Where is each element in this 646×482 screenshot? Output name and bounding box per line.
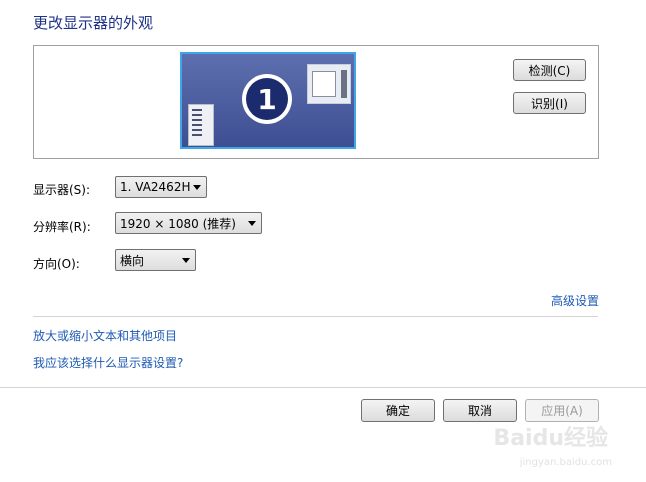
display-select-value: 1. VA2462H — [120, 180, 191, 194]
watermark-logo: Baidu经验 — [493, 426, 608, 451]
ok-button[interactable]: 确定 — [361, 399, 435, 422]
apply-button[interactable]: 应用(A) — [525, 399, 599, 422]
watermark-url: jingyan.baidu.com — [519, 457, 612, 468]
display-select[interactable]: 1. VA2462H — [115, 176, 207, 198]
resolution-label: 分辨率(R): — [33, 220, 91, 234]
advanced-settings-link[interactable]: 高级设置 — [551, 292, 599, 309]
page-title: 更改显示器的外观 — [33, 14, 154, 32]
section-divider — [33, 316, 598, 317]
cancel-button[interactable]: 取消 — [443, 399, 517, 422]
orientation-label: 方向(O): — [33, 257, 80, 271]
resolution-select[interactable]: 1920 × 1080 (推荐) — [115, 212, 262, 234]
thumbnail-window-graphic — [307, 64, 351, 104]
chevron-down-icon — [193, 185, 201, 190]
monitor-number: 1 — [246, 78, 288, 120]
orientation-select-value: 横向 — [120, 253, 145, 268]
orientation-select[interactable]: 横向 — [115, 249, 196, 271]
chevron-down-icon — [248, 221, 256, 226]
text-size-link[interactable]: 放大或缩小文本和其他项目 — [33, 327, 177, 344]
monitor-1-thumbnail[interactable]: 1 — [180, 52, 356, 149]
monitor-number-badge: 1 — [242, 74, 292, 124]
identify-button[interactable]: 识别(I) — [513, 92, 586, 114]
thumbnail-sidebar-graphic — [188, 104, 214, 146]
display-label: 显示器(S): — [33, 183, 91, 197]
footer-divider — [0, 387, 646, 388]
resolution-select-value: 1920 × 1080 (推荐) — [120, 216, 236, 231]
which-settings-link[interactable]: 我应该选择什么显示器设置? — [33, 354, 183, 371]
detect-button[interactable]: 检测(C) — [513, 59, 586, 81]
monitor-arrangement-panel: 1 检测(C) 识别(I) — [33, 45, 599, 159]
chevron-down-icon — [182, 258, 190, 263]
